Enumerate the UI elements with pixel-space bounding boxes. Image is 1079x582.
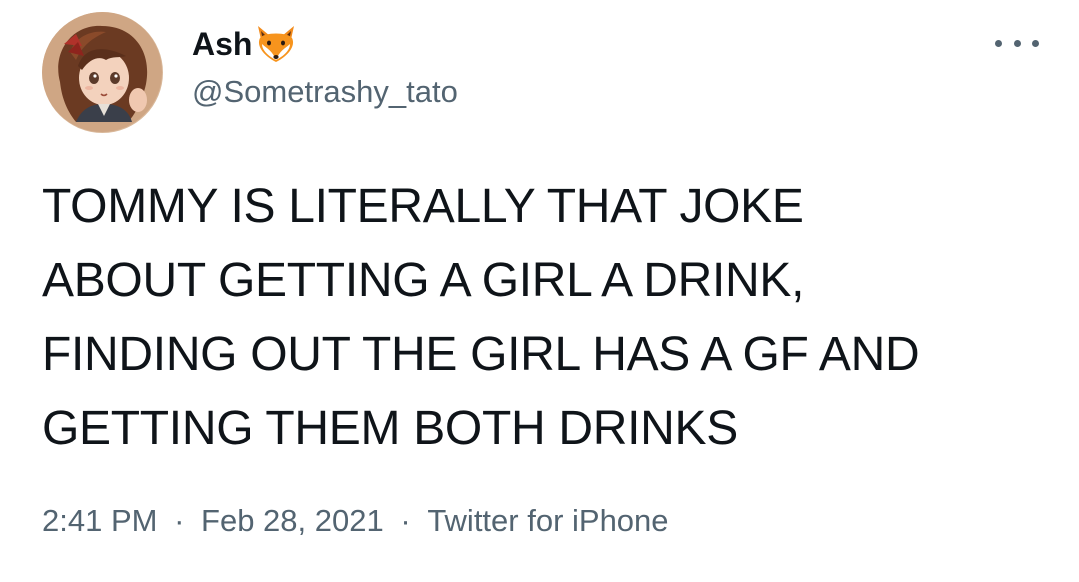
tweet-source[interactable]: Twitter for iPhone: [427, 503, 668, 538]
more-dot: [1032, 39, 1039, 47]
user-names: Ash @Sometrashy_tato: [192, 22, 458, 112]
display-name-row: Ash: [192, 22, 458, 66]
meta-separator: ·: [400, 502, 411, 538]
tweet-date[interactable]: Feb 28, 2021: [201, 503, 384, 538]
more-dot: [995, 39, 1002, 47]
tweet-text-line: FINDING OUT THE GIRL HAS A GF AND: [42, 328, 920, 381]
tweet-card: Ash @Sometrashy_tato TOMMY IS LITERALLY …: [0, 0, 1079, 582]
avatar-illustration: [42, 12, 163, 133]
more-dot: [1013, 39, 1021, 47]
more-options-icon[interactable]: [995, 30, 1039, 56]
meta-separator: ·: [174, 502, 185, 538]
tweet-metadata: 2:41 PM · Feb 28, 2021 · Twitter for iPh…: [42, 497, 669, 543]
user-handle[interactable]: @Sometrashy_tato: [192, 72, 458, 112]
tweet-text-line: TOMMY IS LITERALLY THAT JOKE: [42, 180, 804, 233]
tweet-text-line: ABOUT GETTING A GIRL A DRINK,: [42, 254, 805, 307]
tweet-text: TOMMY IS LITERALLY THAT JOKE ABOUT GETTI…: [42, 170, 1032, 466]
tweet-time[interactable]: 2:41 PM: [42, 503, 157, 538]
avatar[interactable]: [42, 12, 163, 133]
tweet-text-line: GETTING THEM BOTH DRINKS: [42, 402, 738, 455]
fox-icon: [254, 24, 298, 64]
display-name[interactable]: Ash: [192, 22, 252, 66]
